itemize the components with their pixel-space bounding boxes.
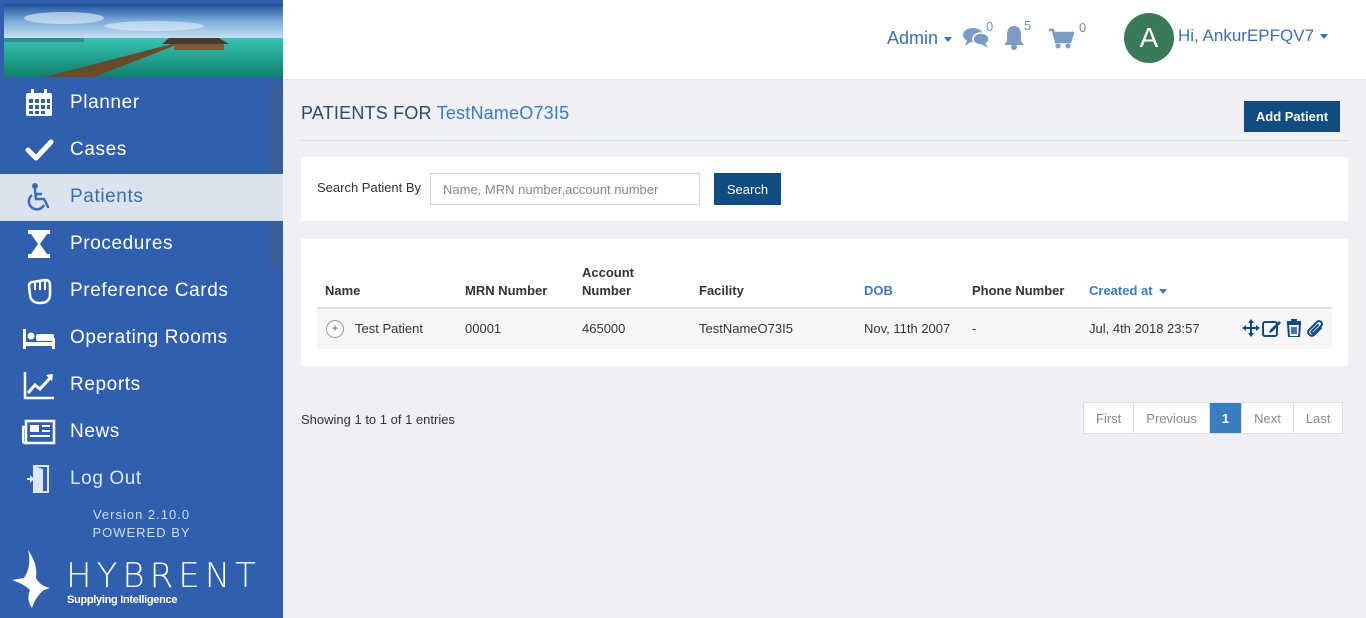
page-title-facility[interactable]: TestNameO73I5 [437, 103, 570, 123]
avatar[interactable]: A [1124, 13, 1174, 63]
chart-line-icon [22, 370, 56, 400]
trash-icon[interactable] [1286, 319, 1302, 342]
title-divider [301, 140, 1348, 141]
wheelchair-icon [22, 182, 56, 212]
sidebar-item-patients[interactable]: Patients [0, 174, 283, 221]
messages-count: 0 [986, 19, 994, 34]
sidebar-item-operating-rooms[interactable]: Operating Rooms [0, 315, 283, 362]
column-header-name: Name [325, 283, 361, 298]
column-header-created-label: Created at [1089, 283, 1153, 298]
sidebar-nav: Planner Cases Patients Procedures Prefer… [0, 80, 283, 503]
attachment-icon[interactable] [1306, 319, 1324, 342]
hand-icon [22, 276, 56, 306]
page-title: PATIENTS FOR TestNameO73I5 [301, 103, 569, 124]
sidebar-item-label: Preference Cards [70, 280, 229, 301]
hybrent-logo: HYBRENT Supplying Intelligence [10, 548, 270, 610]
sidebar-item-label: Log Out [70, 468, 142, 489]
column-header-created[interactable]: Created at [1089, 282, 1167, 300]
search-button[interactable]: Search [714, 173, 781, 205]
notifications-count: 5 [1024, 18, 1032, 33]
caret-down-icon [1320, 34, 1329, 40]
check-icon [22, 135, 56, 165]
pagination-first[interactable]: First [1084, 403, 1135, 433]
move-icon[interactable] [1242, 319, 1260, 342]
sidebar: Planner Cases Patients Procedures Prefer… [0, 0, 283, 618]
sidebar-item-label: Procedures [70, 233, 174, 254]
bed-icon [22, 323, 56, 353]
cart-icon[interactable] [1048, 28, 1075, 55]
calendar-icon [22, 88, 56, 118]
cell-mrn: 00001 [465, 321, 502, 336]
column-header-dob[interactable]: DOB [864, 282, 893, 300]
version-info: Version 2.10.0 POWERED BY [0, 506, 283, 542]
sidebar-item-label: Operating Rooms [70, 327, 228, 348]
brand-name: HYBRENT [66, 556, 261, 596]
newspaper-icon [22, 417, 56, 447]
pagination: First Previous 1 Next Last [1083, 402, 1344, 434]
column-header-facility: Facility [699, 283, 744, 298]
column-header-mrn: MRN Number [465, 283, 548, 298]
top-bar: Admin 0 5 0 A Hi, AnkurEPFQV7 [283, 0, 1366, 80]
sidebar-item-planner[interactable]: Planner [0, 80, 283, 127]
cell-facility: TestNameO73I5 [699, 321, 793, 336]
column-header-account: Account Number [582, 264, 634, 300]
sidebar-item-preference-cards[interactable]: Preference Cards [0, 268, 283, 315]
sidebar-item-label: Planner [70, 92, 140, 113]
edit-icon[interactable] [1262, 319, 1282, 342]
search-input[interactable] [430, 173, 700, 205]
powered-by-text: POWERED BY [92, 525, 191, 540]
sidebar-item-label: Reports [70, 374, 141, 395]
sidebar-item-label: Patients [70, 186, 144, 207]
cell-phone: - [972, 321, 977, 336]
sidebar-item-label: Cases [70, 139, 127, 160]
caret-down-icon [944, 36, 953, 42]
version-text: Version 2.10.0 [92, 507, 191, 522]
hybrent-bird-icon [12, 550, 50, 608]
sidebar-item-label: News [70, 421, 120, 442]
hourglass-icon [22, 229, 56, 259]
brand-tagline: Supplying Intelligence [67, 594, 178, 606]
sidebar-item-logout[interactable]: Log Out [0, 456, 283, 503]
pagination-last[interactable]: Last [1294, 403, 1343, 433]
user-greeting: Hi, AnkurEPFQV7 [1178, 26, 1315, 45]
search-label: Search Patient By [317, 180, 422, 195]
add-patient-button[interactable]: Add Patient [1244, 101, 1340, 132]
cell-created: Jul, 4th 2018 23:57 [1089, 321, 1200, 336]
cart-count: 0 [1079, 20, 1087, 35]
sort-desc-icon [1158, 289, 1167, 295]
table-row: + Test Patient 00001 465000 TestNameO73I… [317, 309, 1332, 349]
header-banner-image [4, 4, 283, 77]
column-header-account-line1: Account [582, 265, 634, 280]
cell-account: 465000 [582, 321, 626, 336]
pagination-next[interactable]: Next [1242, 403, 1294, 433]
page-title-prefix: PATIENTS FOR [301, 103, 432, 123]
sidebar-item-news[interactable]: News [0, 409, 283, 456]
admin-menu[interactable]: Admin [887, 28, 953, 49]
bell-icon[interactable] [1002, 24, 1026, 55]
cell-name: Test Patient [355, 321, 423, 336]
sidebar-item-reports[interactable]: Reports [0, 362, 283, 409]
column-header-account-line2: Number [582, 283, 632, 298]
entries-summary: Showing 1 to 1 of 1 entries [301, 412, 455, 427]
user-menu[interactable]: Hi, AnkurEPFQV7 [1178, 26, 1329, 46]
sidebar-item-cases[interactable]: Cases [0, 127, 283, 174]
row-expand-button[interactable]: + [326, 320, 344, 338]
admin-label: Admin [887, 28, 939, 48]
search-panel: Search Patient By Search [301, 157, 1348, 221]
sidebar-item-procedures[interactable]: Procedures [0, 221, 283, 268]
column-header-phone: Phone Number [972, 283, 1065, 298]
pagination-previous[interactable]: Previous [1134, 403, 1210, 433]
pagination-page-current[interactable]: 1 [1209, 403, 1243, 433]
logout-door-icon [22, 464, 56, 494]
cell-dob: Nov, 11th 2007 [864, 321, 951, 336]
patients-table: Name MRN Number Account Number Facility … [301, 239, 1348, 366]
